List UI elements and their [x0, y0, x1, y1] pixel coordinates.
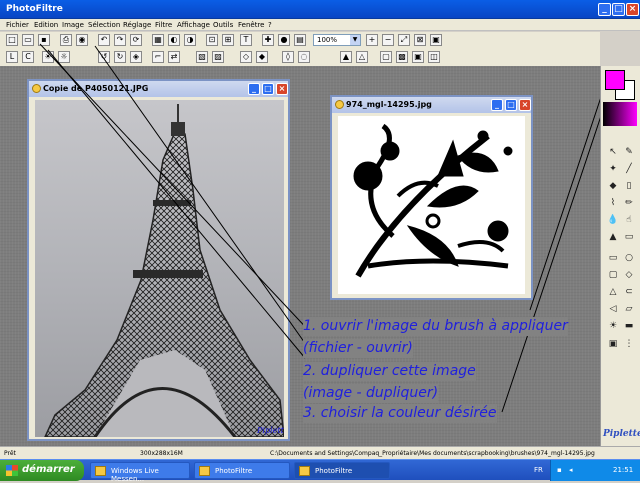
- brush-tool-icon[interactable]: ⌇: [607, 197, 619, 209]
- rounded-rect-icon[interactable]: ▢: [607, 269, 619, 281]
- instruction-step-2: 2. dupliquer cette image: [303, 362, 476, 381]
- smudge-icon[interactable]: ☝: [623, 214, 635, 226]
- language-indicator[interactable]: FR: [534, 466, 543, 474]
- stamp-tool-icon[interactable]: ▲: [607, 231, 619, 243]
- lasso-icon[interactable]: ⊂: [623, 286, 635, 298]
- network-icon[interactable]: ▪: [557, 466, 562, 474]
- signature: Piplette: [603, 429, 640, 439]
- start-label: démarrer: [22, 464, 75, 475]
- paint-icon[interactable]: ▬: [623, 320, 635, 332]
- ellipse-select-icon[interactable]: ○: [623, 252, 635, 264]
- task-messenger[interactable]: Windows Live Messen...: [90, 462, 190, 483]
- photofiltre-icon: [299, 466, 310, 476]
- start-button[interactable]: démarrer: [0, 460, 84, 481]
- line-tool-icon[interactable]: ╱: [623, 163, 635, 175]
- photofiltre-icon: [199, 466, 210, 476]
- triangle-icon[interactable]: △: [607, 286, 619, 298]
- task-label: PhotoFiltre: [215, 467, 253, 475]
- folder-shape-icon[interactable]: ▱: [623, 303, 635, 315]
- eyedropper-icon[interactable]: ✎: [623, 146, 635, 158]
- foreground-color-swatch[interactable]: [605, 70, 625, 90]
- polygon-icon[interactable]: ◁: [607, 303, 619, 315]
- windows-logo-icon: [6, 465, 18, 476]
- task-label: Windows Live Messen...: [111, 467, 159, 483]
- blur-tool-icon[interactable]: 💧: [607, 214, 619, 226]
- image-size: 300x288x16M: [140, 450, 183, 457]
- sun-icon[interactable]: ☀: [607, 320, 619, 332]
- rectangle-select-icon[interactable]: ▭: [607, 252, 619, 264]
- pencil-icon[interactable]: ✏: [623, 197, 635, 209]
- gradient-preview[interactable]: [603, 102, 637, 126]
- fill-bucket-icon[interactable]: ◆: [607, 180, 619, 192]
- messenger-icon: [95, 466, 106, 476]
- instruction-step-1-detail: (fichier - ouvrir): [303, 339, 413, 358]
- eraser-icon[interactable]: ▭: [623, 231, 635, 243]
- instruction-step-3: 3. choisir la couleur désirée: [303, 404, 497, 423]
- volume-icon[interactable]: ◂: [569, 466, 573, 474]
- instruction-step-1: 1. ouvrir l'image du brush à appliquer: [303, 317, 568, 336]
- status-bar: Prêt 300x288x16M C:\Documents and Settin…: [0, 446, 640, 459]
- clock[interactable]: 21:51: [613, 466, 633, 474]
- task-photofiltre-1[interactable]: PhotoFiltre: [194, 462, 290, 479]
- taskbar: démarrer Windows Live Messen... PhotoFil…: [0, 459, 640, 483]
- diamond-icon[interactable]: ◇: [623, 269, 635, 281]
- spray-icon[interactable]: ▯: [623, 180, 635, 192]
- marquee-icon[interactable]: ▣: [607, 338, 619, 350]
- task-photofiltre-2[interactable]: PhotoFiltre: [294, 462, 390, 479]
- status-text: Prêt: [4, 450, 16, 457]
- task-label: PhotoFiltre: [315, 467, 353, 475]
- pointer-tool-icon[interactable]: ↖: [607, 146, 619, 158]
- system-tray: ▪ ◂ 21:51: [550, 460, 640, 481]
- magic-wand-icon[interactable]: ✦: [607, 163, 619, 175]
- instruction-step-2-detail: (image - dupliquer): [303, 384, 439, 403]
- options-icon[interactable]: ⋮: [623, 338, 635, 350]
- file-path: C:\Documents and Settings\Compaq_Proprié…: [270, 450, 595, 457]
- tool-panel: ↖ ✎ ✦ ╱ ◆ ▯ ⌇ ✏ 💧 ☝ ▲ ▭ ▭ ○ ▢ ◇ △ ⊂ ◁ ▱ …: [600, 66, 640, 446]
